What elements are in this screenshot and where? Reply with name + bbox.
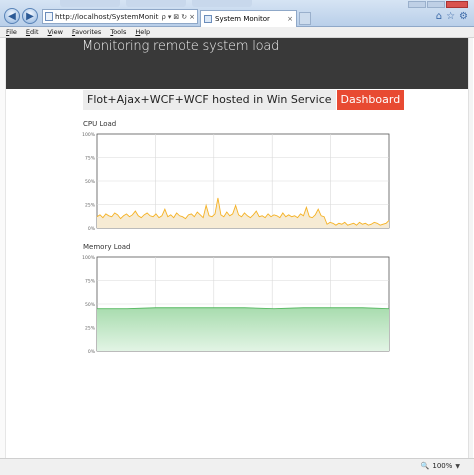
menu-favorites[interactable]: Favorites (72, 28, 101, 36)
maximize-button[interactable] (427, 1, 445, 8)
minimize-button[interactable] (408, 1, 426, 8)
menu-file[interactable]: File (6, 28, 17, 36)
tab-system-monitor[interactable]: System Monitor × (200, 10, 297, 27)
tab-favicon-icon (204, 15, 212, 23)
toolbar-icons: ⌂ ☆ ⚙ (436, 10, 468, 24)
vertical-scrollbar[interactable] (468, 38, 473, 458)
y-tick-label: 25% (85, 325, 96, 331)
cpu-load-chart: 0% 25% 50% 75% 100% (82, 132, 390, 232)
browser-chrome: ◀ ▶ http://localhost/SystemMonitor.WebUI… (0, 0, 474, 27)
memory-load-chart: 0% 25% 50% 75% 100% (82, 255, 390, 355)
stop-icon[interactable]: × (189, 13, 195, 21)
home-icon[interactable]: ⌂ (436, 10, 442, 24)
y-tick-label: 0% (88, 349, 96, 355)
forward-arrow-icon: ▶ (26, 10, 34, 22)
back-button[interactable]: ◀ (4, 8, 20, 24)
background-tab[interactable] (126, 0, 186, 7)
status-bar: 🔍 100% ▼ (0, 458, 474, 475)
menu-edit[interactable]: Edit (26, 28, 39, 36)
background-tab[interactable] (192, 0, 252, 7)
tab-close-icon[interactable]: × (287, 15, 296, 23)
y-tick-label: 75% (85, 278, 96, 284)
window-controls (408, 1, 468, 8)
menu-view[interactable]: View (48, 28, 63, 36)
dropdown-icon[interactable]: ▾ (168, 13, 172, 21)
y-tick-label: 50% (85, 302, 96, 308)
chevron-down-icon: ▼ (455, 462, 460, 470)
background-tabs (60, 0, 280, 7)
y-tick-label: 100% (82, 255, 96, 261)
new-tab-button[interactable] (299, 12, 311, 25)
address-actions: ρ ▾ ⊠ ↻ × (159, 13, 197, 21)
y-tick-label: 100% (82, 132, 96, 138)
page-header: Monitoring remote system load (6, 38, 472, 89)
zoom-icon: 🔍 (420, 462, 430, 470)
refresh-icon[interactable]: ↻ (181, 13, 187, 21)
compatibility-icon[interactable]: ⊠ (173, 13, 179, 21)
star-icon[interactable]: ☆ (446, 10, 455, 24)
zoom-control[interactable]: 🔍 100% ▼ (421, 462, 460, 470)
background-tab[interactable] (60, 0, 120, 7)
dashboard-button[interactable]: Dashboard (336, 90, 405, 110)
back-arrow-icon: ◀ (8, 10, 16, 22)
address-bar[interactable]: http://localhost/SystemMonitor.WebUI/inc… (42, 9, 198, 24)
series-area (97, 307, 389, 351)
banner: Flot+Ajax+WCF+WCF hosted in Win Service … (83, 90, 405, 110)
y-tick-label: 25% (85, 202, 96, 208)
gear-icon[interactable]: ⚙ (459, 10, 468, 24)
page-left-edge (0, 38, 6, 458)
menu-tools[interactable]: Tools (110, 28, 126, 36)
menu-help[interactable]: Help (135, 28, 150, 36)
tab-title: System Monitor (215, 15, 270, 23)
zoom-level: 100% (432, 462, 453, 470)
y-tick-label: 75% (85, 155, 96, 161)
banner-text: Flot+Ajax+WCF+WCF hosted in Win Service (83, 90, 336, 110)
close-window-button[interactable] (446, 1, 468, 8)
y-tick-label: 0% (88, 226, 96, 232)
memory-load-label: Memory Load (83, 243, 131, 251)
address-url[interactable]: http://localhost/SystemMonitor.WebUI/inc (55, 12, 159, 21)
page-title: Monitoring remote system load (82, 39, 280, 54)
forward-button[interactable]: ▶ (22, 8, 38, 24)
cpu-load-label: CPU Load (83, 120, 117, 128)
y-tick-label: 50% (85, 179, 96, 185)
search-icon[interactable]: ρ (161, 13, 165, 21)
page-icon (45, 12, 53, 21)
menu-bar: File Edit View Favorites Tools Help (0, 27, 474, 38)
